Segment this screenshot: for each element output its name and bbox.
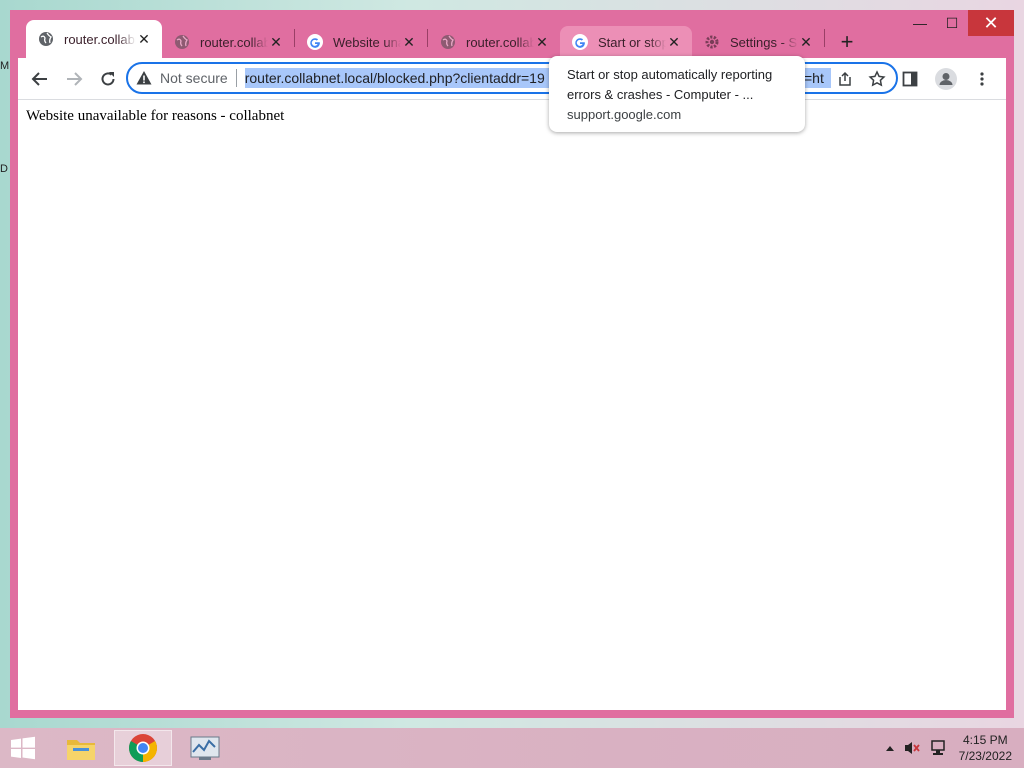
more-vert-icon [980, 72, 984, 86]
avatar-icon [935, 68, 957, 90]
google-icon [307, 34, 323, 50]
menu-button[interactable] [966, 63, 998, 95]
tab-router-3[interactable]: router.collabnet.local ✕ [428, 26, 560, 58]
close-window-button[interactable]: ✕ [968, 10, 1014, 36]
tab-label: Start or stop automatically reporting [598, 34, 666, 50]
performance-monitor-icon [190, 736, 220, 760]
page-content: Website unavailable for reasons - collab… [18, 100, 1006, 710]
tab-separator [824, 29, 825, 47]
title-bar: — ☐ ✕ router.collabnet.local ✕ router.co… [10, 10, 1014, 58]
globe-icon [38, 31, 54, 47]
maximize-button[interactable]: ☐ [936, 10, 968, 36]
side-panel-icon [902, 71, 918, 87]
taskbar-file-explorer[interactable] [52, 730, 110, 766]
globe-icon [174, 34, 190, 50]
minimize-button[interactable]: — [904, 10, 936, 36]
bookmark-star-icon[interactable] [866, 68, 888, 90]
start-button[interactable] [8, 736, 38, 760]
url-tail-text[interactable]: =ht [804, 68, 824, 88]
omnibox-actions [834, 68, 888, 90]
page-message: Website unavailable for reasons - collab… [26, 108, 285, 124]
reload-button[interactable] [92, 63, 124, 95]
network-icon[interactable] [929, 740, 947, 756]
tab-label: Settings - System [730, 34, 798, 50]
folder-icon [67, 740, 95, 760]
tab-settings-system[interactable]: Settings - System ✕ [692, 26, 824, 58]
volume-muted-icon[interactable] [903, 740, 921, 756]
show-hidden-icons-icon[interactable] [885, 744, 895, 752]
close-tab-icon[interactable]: ✕ [666, 34, 682, 50]
tab-start-or-stop[interactable]: Start or stop automatically reporting ✕ [560, 26, 692, 58]
forward-button[interactable] [58, 63, 90, 95]
close-tab-icon[interactable]: ✕ [798, 34, 814, 50]
tab-label: router.collabnet.local [466, 34, 534, 50]
security-label[interactable]: Not secure [160, 70, 228, 86]
taskbar: 4:15 PM 7/23/2022 [0, 728, 1024, 768]
tab-strip: router.collabnet.local ✕ router.collabne… [26, 20, 863, 58]
browser-window: — ☐ ✕ router.collabnet.local ✕ router.co… [10, 10, 1014, 718]
desktop-edge-glyph: M [0, 60, 10, 72]
gear-icon [704, 34, 720, 50]
reload-icon [101, 71, 115, 85]
taskbar-monitor-app[interactable] [176, 730, 234, 766]
browser-toolbar: Not secure router.collabnet.local/blocke… [18, 58, 1006, 100]
window-controls: — ☐ ✕ [904, 10, 1014, 36]
share-icon[interactable] [834, 68, 856, 90]
hover-card-title: Start or stop automatically reporting er… [567, 67, 773, 102]
close-tab-icon[interactable]: ✕ [534, 34, 550, 50]
tab-label: Website unavailable [333, 34, 401, 50]
hover-card-url: support.google.com [567, 107, 682, 122]
side-panel-button[interactable] [894, 63, 926, 95]
tab-router-1[interactable]: router.collabnet.local ✕ [26, 20, 162, 58]
windows-logo-icon [11, 736, 35, 760]
omnibox-separator [235, 69, 237, 87]
globe-icon [440, 34, 456, 50]
close-tab-icon[interactable]: ✕ [268, 34, 284, 50]
warning-icon[interactable] [136, 70, 152, 86]
toolbar-right [892, 63, 998, 95]
new-tab-button[interactable]: + [831, 26, 863, 58]
google-icon [572, 34, 588, 50]
close-tab-icon[interactable]: ✕ [136, 31, 152, 47]
taskbar-clock[interactable]: 4:15 PM 7/23/2022 [959, 732, 1012, 764]
arrow-left-icon [31, 71, 47, 86]
profile-button[interactable] [930, 63, 962, 95]
clock-time: 4:15 PM [962, 733, 1008, 747]
taskbar-chrome[interactable] [114, 730, 172, 766]
tab-label: router.collabnet.local [64, 31, 136, 47]
back-button[interactable] [24, 63, 56, 95]
arrow-right-icon [67, 71, 83, 86]
system-tray: 4:15 PM 7/23/2022 [881, 728, 1024, 768]
clock-date: 7/23/2022 [958, 749, 1012, 763]
tab-router-2[interactable]: router.collabnet.local ✕ [162, 26, 294, 58]
tab-website-unavailable[interactable]: Website unavailable ✕ [295, 26, 427, 58]
chrome-icon [129, 734, 157, 762]
desktop-edge-glyph: D [0, 163, 8, 175]
tab-label: router.collabnet.local [200, 34, 268, 50]
tab-hover-card: Start or stop automatically reporting er… [549, 56, 805, 132]
close-tab-icon[interactable]: ✕ [401, 34, 417, 50]
